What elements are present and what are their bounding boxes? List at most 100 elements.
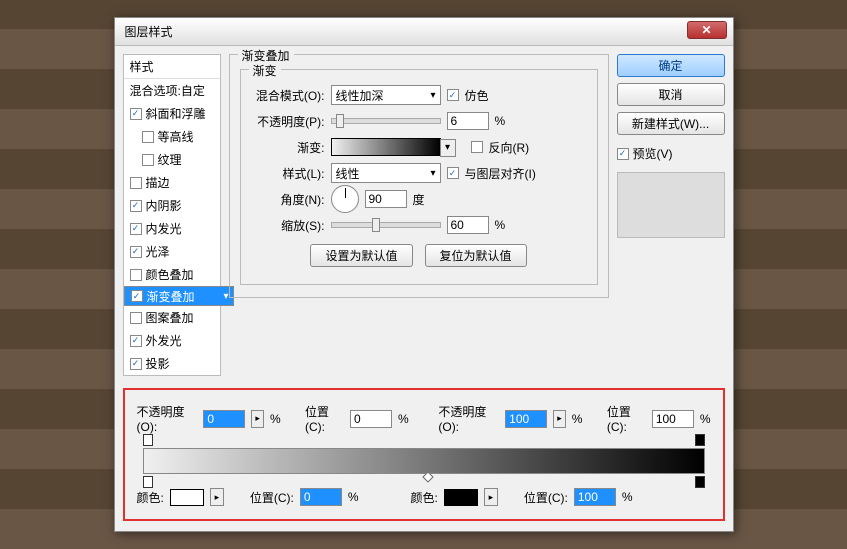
- color-left-swatch[interactable]: [170, 489, 204, 506]
- panel-sub-label: 渐变: [249, 62, 281, 79]
- angle-dial[interactable]: [331, 185, 359, 213]
- opacity-slider[interactable]: [331, 118, 441, 124]
- opacity-right-input[interactable]: [505, 410, 547, 428]
- close-button[interactable]: ✕: [687, 21, 727, 39]
- color-stop-left[interactable]: [143, 476, 153, 488]
- opacity-right-label: 不透明度(O):: [438, 403, 499, 434]
- location-right-input[interactable]: [652, 410, 694, 428]
- main-panel: 渐变叠加 渐变 混合模式(O): 线性加深 ✓ 仿色 不透明度(P): %: [229, 54, 609, 376]
- style-item-7[interactable]: 颜色叠加: [124, 263, 220, 286]
- style-item-0[interactable]: ✓ 斜面和浮雕: [124, 102, 220, 125]
- ok-button[interactable]: 确定: [617, 54, 725, 77]
- reverse-checkbox[interactable]: [471, 141, 483, 153]
- align-label: 与图层对齐(I): [465, 165, 536, 182]
- style-item-6[interactable]: ✓光泽: [124, 240, 220, 263]
- right-column: 确定 取消 新建样式(W)... ✓ 预览(V): [617, 54, 725, 376]
- blend-options-row[interactable]: 混合选项:自定: [124, 79, 220, 102]
- color-right-spin[interactable]: ▸: [484, 488, 498, 506]
- opacity-stop-right[interactable]: [695, 434, 705, 446]
- style-item-label: 图案叠加: [146, 309, 194, 326]
- location-left-label: 位置(C):: [305, 403, 344, 434]
- location-right-label: 位置(C):: [607, 403, 646, 434]
- gradient-ramp[interactable]: [143, 448, 705, 474]
- angle-input[interactable]: [365, 190, 407, 208]
- layer-style-dialog: 图层样式 ✕ 样式 混合选项:自定 ✓斜面和浮雕等高线纹理描边✓内阴影✓内发光✓…: [114, 17, 734, 532]
- preview-checkbox[interactable]: ✓: [617, 148, 629, 160]
- angle-label: 角度(N):: [253, 191, 325, 208]
- style-item-checkbox[interactable]: ✓: [130, 358, 142, 370]
- style-item-5[interactable]: ✓ 内发光: [124, 217, 220, 240]
- gradient-editor: 不透明度(O): ▸ % 位置(C): % 不透明度(O): ▸ % 位置(C)…: [123, 388, 725, 521]
- style-item-checkbox[interactable]: [142, 154, 154, 166]
- reverse-label: 反向(R): [489, 139, 530, 156]
- styles-header[interactable]: 样式: [124, 55, 220, 79]
- style-item-label: 斜面和浮雕: [146, 105, 206, 122]
- color-stop-right[interactable]: [695, 476, 705, 488]
- titlebar[interactable]: 图层样式 ✕: [115, 18, 733, 46]
- style-item-11[interactable]: ✓ 投影: [124, 352, 220, 375]
- color-left-label: 颜色:: [137, 489, 164, 506]
- blend-mode-select[interactable]: 线性加深: [331, 85, 441, 105]
- style-item-4[interactable]: ✓ 内阴影: [124, 194, 220, 217]
- style-label: 样式(L):: [253, 165, 325, 182]
- style-item-2[interactable]: 纹理: [124, 148, 220, 171]
- scale-input[interactable]: [447, 216, 489, 234]
- opacity-left-input[interactable]: [203, 410, 245, 428]
- style-item-checkbox[interactable]: [130, 177, 142, 189]
- opacity-left-spin[interactable]: ▸: [251, 410, 264, 428]
- opacity-stop-left[interactable]: [143, 434, 153, 446]
- styles-list: 样式 混合选项:自定 ✓斜面和浮雕等高线纹理描边✓内阴影✓内发光✓光泽颜色叠加✓…: [123, 54, 221, 376]
- dialog-title: 图层样式: [121, 23, 173, 40]
- color-right-label: 颜色:: [411, 489, 438, 506]
- style-item-label: 等高线: [158, 128, 194, 145]
- cancel-button[interactable]: 取消: [617, 83, 725, 106]
- style-item-checkbox[interactable]: ✓: [131, 290, 143, 302]
- color-left-spin[interactable]: ▸: [210, 488, 224, 506]
- style-select[interactable]: 线性: [331, 163, 441, 183]
- style-item-1[interactable]: 等高线: [124, 125, 220, 148]
- color-right-swatch[interactable]: [444, 489, 478, 506]
- style-item-checkbox[interactable]: ✓: [130, 246, 142, 258]
- gradient-label: 渐变:: [253, 139, 325, 156]
- style-item-label: 内发光: [146, 220, 182, 237]
- opacity-right-spin[interactable]: ▸: [553, 410, 566, 428]
- style-item-9[interactable]: 图案叠加: [124, 306, 220, 329]
- style-item-checkbox[interactable]: [130, 269, 142, 281]
- style-item-10[interactable]: ✓ 外发光: [124, 329, 220, 352]
- style-item-label: 渐变叠加: [147, 288, 195, 305]
- align-checkbox[interactable]: ✓: [447, 167, 459, 179]
- style-item-checkbox[interactable]: ✓: [130, 108, 142, 120]
- location-left-input[interactable]: [350, 410, 392, 428]
- opacity-left-label: 不透明度(O):: [137, 403, 198, 434]
- preview-swatch: [617, 172, 725, 238]
- opacity-input[interactable]: [447, 112, 489, 130]
- color-left-location[interactable]: [300, 488, 342, 506]
- blend-mode-label: 混合模式(O):: [253, 87, 325, 104]
- style-item-label: 投影: [146, 355, 170, 372]
- midpoint-diamond[interactable]: [422, 471, 433, 482]
- reset-default-button[interactable]: 复位为默认值: [425, 244, 527, 267]
- style-item-8[interactable]: ✓ 渐变叠加: [124, 286, 234, 306]
- style-item-checkbox[interactable]: [130, 312, 142, 324]
- scale-label: 缩放(S):: [253, 217, 325, 234]
- style-item-checkbox[interactable]: ✓: [130, 200, 142, 212]
- style-item-label: 描边: [146, 174, 170, 191]
- style-item-label: 内阴影: [146, 197, 182, 214]
- dither-checkbox[interactable]: ✓: [447, 89, 459, 101]
- style-item-3[interactable]: 描边: [124, 171, 220, 194]
- style-item-checkbox[interactable]: ✓: [130, 223, 142, 235]
- style-item-checkbox[interactable]: ✓: [130, 335, 142, 347]
- close-icon: ✕: [701, 23, 711, 37]
- opacity-label: 不透明度(P):: [253, 113, 325, 130]
- style-item-checkbox[interactable]: [142, 131, 154, 143]
- style-item-label: 纹理: [158, 151, 182, 168]
- set-default-button[interactable]: 设置为默认值: [310, 244, 412, 267]
- style-item-label: 颜色叠加: [146, 266, 194, 283]
- gradient-swatch[interactable]: [331, 138, 441, 156]
- dither-label: 仿色: [465, 87, 489, 104]
- color-right-location[interactable]: [574, 488, 616, 506]
- style-item-label: 外发光: [146, 332, 182, 349]
- new-style-button[interactable]: 新建样式(W)...: [617, 112, 725, 135]
- preview-label: 预览(V): [633, 145, 673, 162]
- scale-slider[interactable]: [331, 222, 441, 228]
